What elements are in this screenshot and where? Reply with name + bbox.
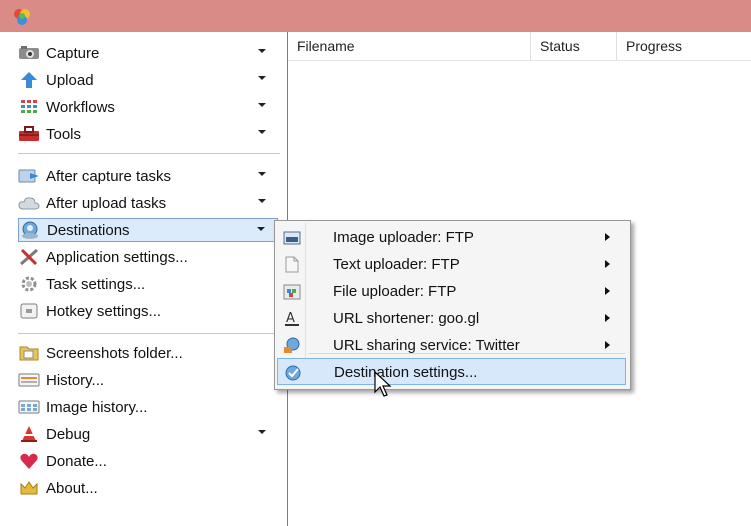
menu-item-label: Hotkey settings... [46, 302, 162, 320]
chevron-down-icon [258, 76, 266, 80]
chevron-down-icon [258, 103, 266, 107]
tools-icon [18, 248, 40, 266]
submenu-file-uploader[interactable]: File uploader: FTP [277, 278, 626, 305]
chevron-right-icon [605, 233, 610, 241]
menu-item-label: Donate... [46, 452, 107, 470]
toolbox-icon [18, 125, 40, 143]
after-capture-icon [18, 167, 40, 185]
font-a-icon: A [283, 310, 301, 327]
menu-item-label: Task settings... [46, 275, 146, 293]
title-bar [0, 0, 751, 32]
camera-icon [18, 44, 40, 62]
sharex-logo-icon[interactable] [12, 7, 32, 27]
gear-icon [18, 275, 40, 293]
cloud-icon [18, 194, 40, 212]
menu-item-hotkey-settings[interactable]: Hotkey settings... [18, 299, 278, 323]
menu-item-label: History... [46, 371, 105, 389]
chevron-down-icon [258, 172, 266, 176]
menu-item-upload[interactable]: Upload [18, 68, 278, 92]
history-icon [18, 371, 40, 389]
menu-item-workflows[interactable]: Workflows [18, 95, 278, 119]
menu-item-debug[interactable]: Debug [18, 422, 278, 446]
chevron-down-icon [258, 130, 266, 134]
menu-item-label: Capture [46, 44, 100, 62]
crown-icon [18, 479, 40, 497]
destinations-submenu: Image uploader: FTP Text uploader: FTP F… [274, 220, 631, 390]
menu-item-label: Workflows [46, 98, 115, 116]
share-icon [283, 337, 301, 354]
menu-item-application-settings[interactable]: Application settings... [18, 245, 278, 269]
menu-item-label: Tools [46, 125, 82, 143]
upload-list-header: Filename Status Progress [288, 32, 751, 61]
chevron-right-icon [605, 314, 610, 322]
globe-check-icon [284, 364, 302, 381]
submenu-item-label: URL sharing service: Twitter [333, 337, 520, 354]
column-filename[interactable]: Filename [288, 32, 531, 60]
menu-item-label: Application settings... [46, 248, 188, 266]
menu-item-screenshots-folder[interactable]: Screenshots folder... [18, 341, 278, 365]
menu-item-task-settings[interactable]: Task settings... [18, 272, 278, 296]
keyboard-icon [18, 302, 40, 320]
menu-item-capture[interactable]: Capture [18, 41, 278, 65]
menu-item-label: Upload [46, 71, 94, 89]
menu-item-label: After upload tasks [46, 194, 167, 212]
menu-item-label: Screenshots folder... [46, 344, 183, 362]
submenu-url-shortener[interactable]: A URL shortener: goo.gl [277, 305, 626, 332]
mouse-cursor-icon [374, 371, 392, 397]
submenu-separator [309, 353, 625, 354]
menu-item-about[interactable]: About... [18, 476, 278, 500]
menu-item-after-upload-tasks[interactable]: After upload tasks [18, 191, 278, 215]
warning-cone-icon [18, 425, 40, 443]
chevron-right-icon [605, 287, 610, 295]
chevron-right-icon [605, 260, 610, 268]
column-status[interactable]: Status [531, 32, 617, 60]
main-menu-sidebar: Capture Upload Workflows Tools After cap… [0, 32, 288, 526]
menu-item-label: Debug [46, 425, 91, 443]
svg-text:A: A [286, 311, 295, 326]
menu-item-label: About... [46, 479, 98, 497]
menu-item-after-capture-tasks[interactable]: After capture tasks [18, 164, 278, 188]
workflows-grid-icon [18, 98, 40, 116]
document-icon [283, 256, 301, 273]
submenu-item-label: Image uploader: FTP [333, 229, 474, 246]
upload-arrow-icon [18, 71, 40, 89]
submenu-item-label: Destination settings... [334, 364, 478, 381]
chevron-down-icon [258, 199, 266, 203]
menu-item-label: Image history... [46, 398, 148, 416]
column-progress[interactable]: Progress [617, 32, 751, 60]
globe-user-icon [19, 221, 41, 239]
menu-item-label: Destinations [47, 221, 130, 239]
submenu-item-label: File uploader: FTP [333, 283, 457, 300]
menu-separator [18, 153, 280, 154]
menu-item-history[interactable]: History... [18, 368, 278, 392]
menu-item-donate[interactable]: Donate... [18, 449, 278, 473]
menu-item-label: After capture tasks [46, 167, 172, 185]
file-uploader-icon [283, 283, 301, 300]
submenu-url-sharing[interactable]: URL sharing service: Twitter [277, 332, 626, 359]
menu-item-tools[interactable]: Tools [18, 122, 278, 146]
chevron-down-icon [258, 430, 266, 434]
submenu-text-uploader[interactable]: Text uploader: FTP [277, 251, 626, 278]
menu-item-destinations[interactable]: Destinations [18, 218, 278, 242]
menu-separator [18, 333, 280, 334]
image-uploader-icon [283, 229, 301, 246]
chevron-right-icon [605, 341, 610, 349]
submenu-item-label: URL shortener: goo.gl [333, 310, 480, 327]
chevron-down-icon [258, 49, 266, 53]
submenu-image-uploader[interactable]: Image uploader: FTP [277, 224, 626, 251]
heart-icon [18, 452, 40, 470]
menu-item-image-history[interactable]: Image history... [18, 395, 278, 419]
chevron-down-icon [257, 227, 265, 231]
folder-icon [18, 344, 40, 362]
image-history-icon [18, 398, 40, 416]
submenu-item-label: Text uploader: FTP [333, 256, 460, 273]
submenu-destination-settings[interactable]: Destination settings... [277, 358, 626, 385]
